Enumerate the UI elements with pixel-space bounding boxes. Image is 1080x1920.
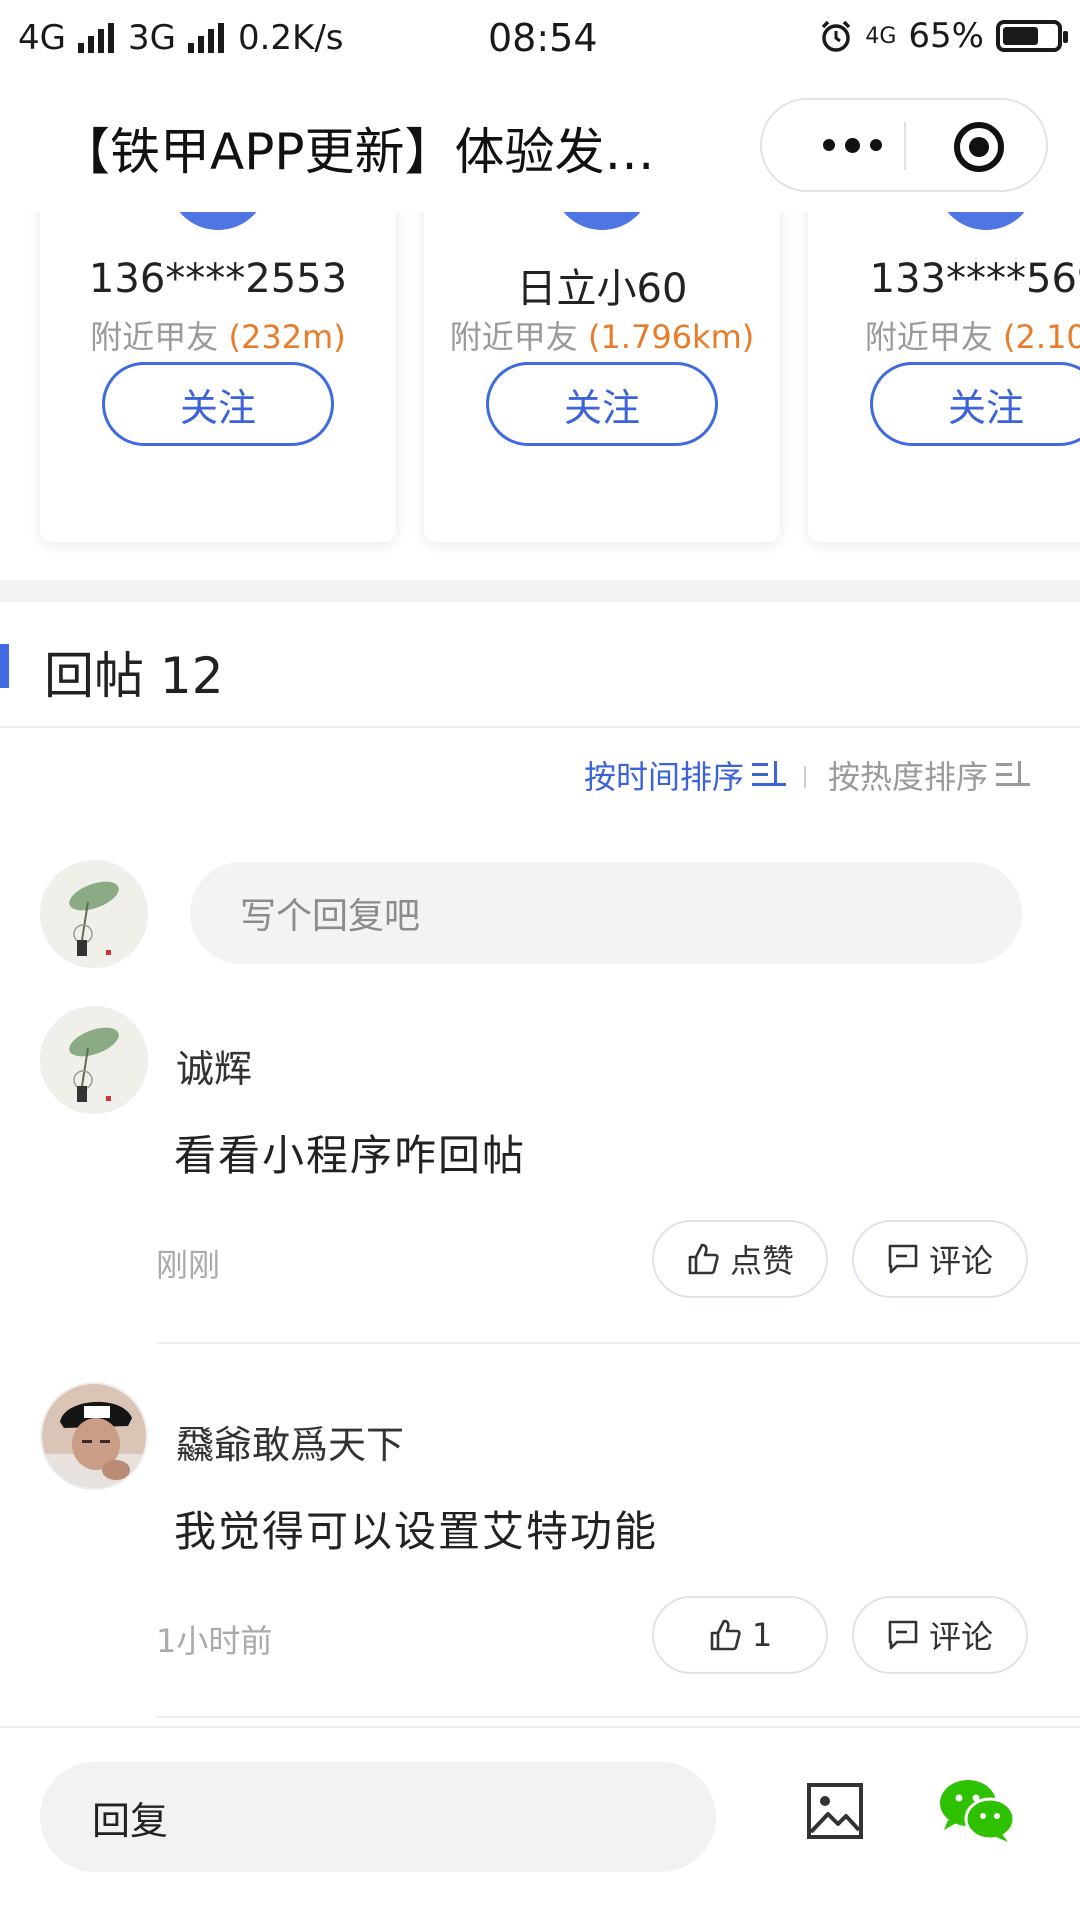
mini-program-capsule — [760, 98, 1048, 192]
comment-icon — [888, 1244, 918, 1274]
battery-icon — [996, 20, 1068, 52]
follow-button[interactable]: 关注 — [102, 362, 334, 446]
comment-author[interactable]: 诚辉 — [176, 1038, 252, 1093]
comment-icon — [888, 1620, 918, 1650]
nearby-user-name: 133****569 — [869, 256, 1080, 302]
nearby-user-card[interactable]: 136****2553 附近甲友 (232m) 关注 — [40, 212, 396, 542]
network-4g-label: 4G — [18, 18, 66, 58]
comment-time: 刚刚 — [156, 1246, 221, 1284]
avatar[interactable] — [40, 1382, 148, 1490]
replies-header: 回帖 12 — [0, 602, 1080, 728]
nearby-user-distance: 附近甲友 (232m) — [90, 318, 346, 356]
follow-button[interactable]: 关注 — [870, 362, 1080, 446]
comment-button[interactable]: 评论 — [852, 1220, 1028, 1298]
reply-input[interactable]: 回复 — [40, 1762, 716, 1872]
nearby-user-name: 136****2553 — [88, 256, 348, 302]
comment-time: 1小时前 — [156, 1622, 273, 1660]
nearby-user-card[interactable]: 133****569 附近甲友 (2.102 关注 — [808, 212, 1080, 542]
comment-button[interactable]: 评论 — [852, 1596, 1028, 1674]
status-right: 4G 65% — [819, 16, 1068, 56]
nearby-user-distance: 附近甲友 (2.102 — [864, 318, 1080, 356]
title-bar: 【铁甲APP更新】体验发… — [0, 76, 1080, 212]
thumbs-up-icon — [710, 1619, 741, 1651]
status-bar: 4G 3G 0.2K/s 08:54 4G 65% — [0, 0, 1080, 76]
nearby-user-name: 日立小60 — [516, 266, 688, 312]
comment-divider — [156, 1342, 1080, 1344]
like-button[interactable]: 点赞 — [652, 1220, 828, 1298]
user-avatar — [168, 212, 268, 230]
sort-icon — [996, 761, 1031, 789]
user-avatar — [936, 212, 1036, 230]
signal-icon — [187, 23, 224, 53]
image-icon[interactable] — [806, 1782, 864, 1840]
battery-percent: 65% — [908, 16, 984, 56]
comment-author[interactable]: 飝爺敢爲天下 — [176, 1414, 404, 1469]
sort-by-hot-button[interactable]: 按热度排序 — [828, 752, 1031, 798]
section-divider — [0, 580, 1080, 602]
user-avatar — [552, 212, 652, 230]
bottom-bar: 回复 — [0, 1726, 1080, 1920]
comment-text: 看看小程序咋回帖 — [174, 1131, 527, 1180]
like-button[interactable]: 1 — [652, 1596, 828, 1674]
follow-button[interactable]: 关注 — [486, 362, 718, 446]
nearby-user-card[interactable]: 日立小60 附近甲友 (1.796km) 关注 — [424, 212, 780, 542]
sort-icon — [752, 761, 787, 789]
avatar[interactable] — [40, 1006, 148, 1114]
compose-reply-input[interactable]: 写个回复吧 — [190, 862, 1022, 964]
comment-divider — [156, 1716, 1080, 1718]
nearby-user-distance: 附近甲友 (1.796km) — [449, 318, 755, 356]
thumbs-up-icon — [688, 1243, 719, 1275]
alarm-icon — [822, 20, 851, 52]
nearby-users-carousel[interactable]: 136****2553 附近甲友 (232m) 关注 日立小60 附近甲友 (1… — [0, 212, 1080, 582]
target-circle-icon[interactable] — [954, 122, 1004, 172]
capsule-divider — [904, 122, 906, 170]
wechat-icon[interactable] — [938, 1776, 1016, 1846]
network-4g-right: 4G — [865, 23, 897, 49]
section-accent-bar — [0, 644, 9, 688]
status-time: 08:54 — [488, 16, 598, 60]
my-avatar — [40, 860, 148, 968]
network-3g-label: 3G — [127, 18, 176, 58]
comment-text: 我觉得可以设置艾特功能 — [174, 1507, 659, 1556]
sort-by-time-button[interactable]: 按时间排序 — [584, 752, 787, 798]
signal-icon — [77, 23, 114, 53]
network-speed: 0.2K/s — [237, 18, 344, 58]
page-title: 【铁甲APP更新】体验发… — [60, 123, 655, 181]
battery-fill — [1003, 27, 1038, 45]
more-dots-icon[interactable] — [802, 100, 902, 190]
replies-count-label: 回帖 12 — [44, 647, 224, 705]
status-left: 4G 3G 0.2K/s — [18, 18, 344, 58]
sort-divider — [804, 766, 806, 788]
